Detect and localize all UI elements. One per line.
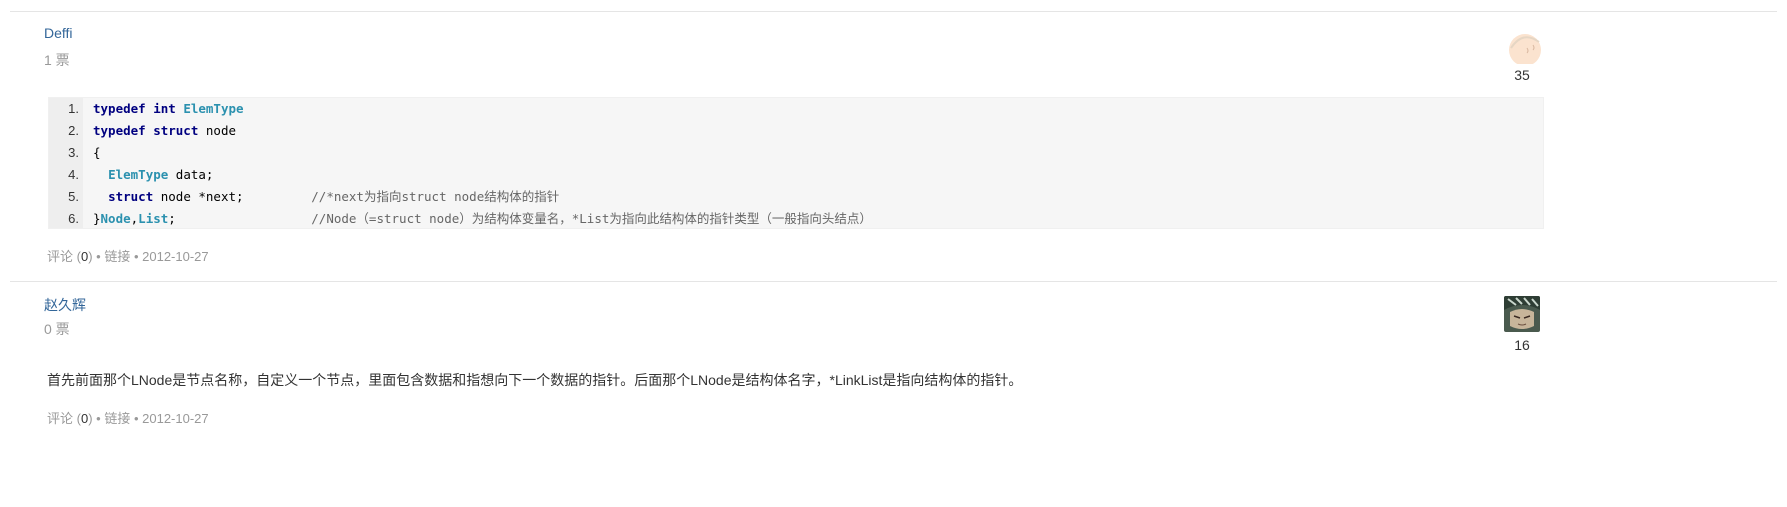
meta-separator: •	[92, 249, 105, 264]
top-divider	[10, 11, 1777, 12]
code-comment: //*next为指向struct node结构体的指针	[311, 189, 560, 204]
comment-open: (	[73, 249, 81, 264]
vote-count: 0 票	[44, 321, 70, 337]
answer-body: 首先前面那个LNode是节点名称，自定义一个节点，里面包含数据和指想向下一个数据…	[47, 372, 1023, 388]
code-text: typedef struct node	[93, 120, 236, 142]
answer-meta: 评论 (0) • 链接 • 2012-10-27	[47, 408, 209, 427]
code-token: data;	[168, 167, 214, 182]
code-text: struct node *next; //*next为指向struct node…	[93, 186, 559, 208]
reputation-count: 35	[1514, 67, 1530, 83]
line-number: 5.	[68, 189, 79, 204]
avatar[interactable]	[1505, 28, 1541, 64]
code-keyword: struct	[108, 189, 154, 204]
code-text: ElemType data;	[93, 164, 213, 186]
code-type: ElemType	[108, 167, 169, 182]
line-number: 1.	[68, 101, 79, 116]
meta-separator: •	[92, 411, 105, 426]
code-type: ElemType	[183, 101, 244, 116]
code-type: List	[138, 211, 169, 226]
meta-separator: •	[130, 249, 143, 264]
code-type: Node	[100, 211, 131, 226]
comment-label: 评论	[47, 249, 74, 264]
code-token: node *next;	[153, 189, 312, 204]
line-number: 2.	[68, 123, 79, 138]
reputation-count: 16	[1514, 337, 1530, 353]
code-keyword: typedef int	[93, 101, 184, 116]
comment-link[interactable]: 评论 (0)	[47, 249, 93, 264]
code-keyword: typedef struct	[93, 123, 206, 138]
code-token: node	[205, 123, 236, 138]
permalink-link[interactable]: 链接	[104, 411, 130, 426]
comment-label: 评论	[47, 411, 74, 426]
answer-date: 2012-10-27	[142, 249, 209, 264]
avatar[interactable]	[1504, 296, 1540, 332]
comment-open: (	[73, 411, 81, 426]
comment-link[interactable]: 评论 (0)	[47, 411, 93, 426]
line-number: 3.	[68, 145, 79, 160]
permalink-link[interactable]: 链接	[104, 249, 130, 264]
code-text: }Node,List; //Node（=struct node）为结构体变量名，…	[93, 208, 872, 230]
cartoon-avatar-icon	[1505, 28, 1541, 64]
line-number: 6.	[68, 211, 79, 226]
anime-avatar-icon	[1504, 296, 1540, 332]
code-text: typedef int ElemType	[93, 98, 244, 120]
answer-date: 2012-10-27	[142, 411, 209, 426]
meta-separator: •	[130, 411, 143, 426]
vote-count: 1 票	[44, 52, 70, 68]
code-text: {	[93, 142, 101, 164]
answer-author-link[interactable]: Deffi	[44, 25, 73, 41]
code-block: 1. typedef int ElemType 2. typedef struct n…	[48, 97, 1544, 229]
code-comment: //Node（=struct node）为结构体变量名，*List为指向此结构体…	[311, 211, 872, 226]
code-token: {	[93, 145, 101, 160]
code-token: ;	[168, 211, 312, 226]
answer-meta: 评论 (0) • 链接 • 2012-10-27	[47, 246, 209, 265]
answer-author-link[interactable]: 赵久辉	[44, 295, 86, 315]
line-number: 4.	[68, 167, 79, 182]
answer-divider	[10, 281, 1777, 282]
code-token: }	[93, 211, 101, 226]
